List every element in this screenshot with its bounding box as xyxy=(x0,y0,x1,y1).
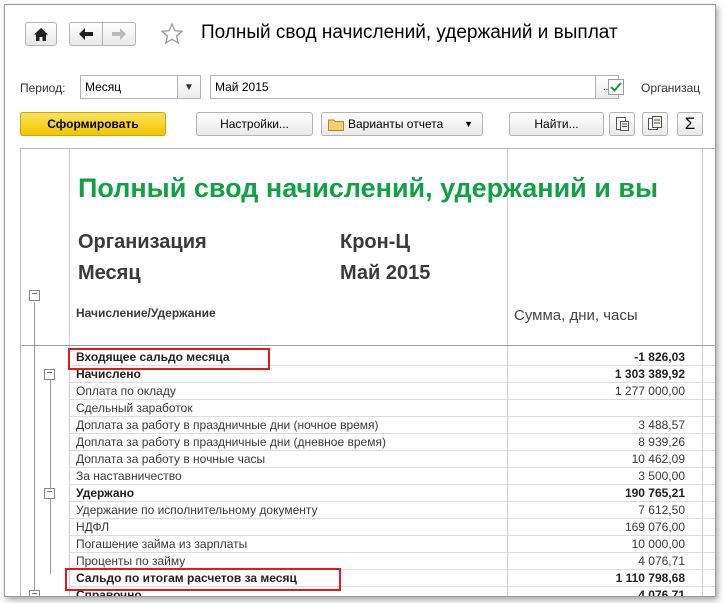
find-button[interactable]: Найти... xyxy=(509,112,604,136)
highlight-closing-balance xyxy=(65,568,341,591)
print-report-button[interactable] xyxy=(642,112,668,136)
table-row[interactable]: Сдельный заработок xyxy=(70,400,715,417)
generate-button[interactable]: Сформировать xyxy=(20,112,166,136)
home-icon xyxy=(34,27,48,41)
save-report-icon xyxy=(616,117,629,131)
table-row[interactable]: Удержание по исполнительному документу 7… xyxy=(70,502,715,519)
forward-button[interactable] xyxy=(102,22,136,46)
org-value: Крон-Ц xyxy=(340,231,410,253)
collapse-icon[interactable]: − xyxy=(29,590,40,596)
collapse-icon[interactable]: − xyxy=(29,290,40,301)
save-report-button[interactable] xyxy=(609,112,635,136)
dropdown-arrow-icon: ▼ xyxy=(464,119,473,129)
column-header-name: Начисление/Удержание xyxy=(76,306,216,320)
period-label: Период: xyxy=(20,81,66,95)
collapse-icon[interactable]: − xyxy=(44,488,55,499)
settings-button[interactable]: Настройки... xyxy=(196,112,313,136)
table-row[interactable]: Доплата за работу в праздничные дни (ноч… xyxy=(70,417,715,434)
back-button[interactable] xyxy=(69,22,103,46)
table-row[interactable]: Погашение займа из зарплаты 10 000,00 xyxy=(70,536,715,553)
month-label: Месяц xyxy=(78,262,141,284)
table-row[interactable]: Оплата по окладу 1 277 000,00 xyxy=(70,383,715,400)
forward-arrow-icon xyxy=(112,28,126,40)
window-title: Полный свод начислений, удержаний и выпл… xyxy=(201,22,618,43)
back-arrow-icon xyxy=(79,28,93,40)
dropdown-arrow-icon: ▼ xyxy=(184,81,194,93)
report-title: Полный свод начислений, удержаний и вы xyxy=(78,173,659,203)
organization-checkbox[interactable] xyxy=(608,79,624,95)
sum-button[interactable]: Σ xyxy=(677,112,703,136)
month-input[interactable]: Май 2015 xyxy=(210,75,596,99)
sum-icon: Σ xyxy=(684,114,696,133)
table-row[interactable]: Удержано 190 765,21 xyxy=(70,485,715,502)
table-row[interactable]: Доплата за работу в праздничные дни (дне… xyxy=(70,434,715,451)
tree-line xyxy=(50,380,51,494)
period-select[interactable]: Месяц xyxy=(80,75,178,99)
variants-folder-icon xyxy=(328,119,344,131)
month-value: Май 2015 xyxy=(340,262,431,284)
report-spreadsheet[interactable]: Полный свод начислений, удержаний и вы О… xyxy=(20,148,715,596)
table-row[interactable]: НДФЛ 169 076,00 xyxy=(70,519,715,536)
home-button[interactable] xyxy=(25,22,57,46)
print-report-icon xyxy=(648,116,662,130)
header-separator xyxy=(21,345,715,346)
report-window: Полный свод начислений, удержаний и выпл… xyxy=(4,4,716,597)
favorite-button[interactable] xyxy=(160,22,184,46)
period-dropdown-button[interactable]: ▼ xyxy=(177,75,201,99)
tree-line xyxy=(50,499,51,574)
organization-label: Организац xyxy=(641,81,701,95)
tree-line xyxy=(34,302,35,596)
collapse-icon[interactable]: − xyxy=(44,369,55,380)
table-row[interactable]: Доплата за работу в ночные часы 10 462,0… xyxy=(70,451,715,468)
org-label: Организация xyxy=(78,231,207,253)
table-row[interactable]: За наставничество 3 500,00 xyxy=(70,468,715,485)
star-icon xyxy=(160,22,184,45)
checkbox-checked-icon xyxy=(608,79,624,95)
highlight-incoming-balance xyxy=(68,348,270,370)
column-header-value: Сумма, дни, часы xyxy=(514,307,638,324)
report-variants-label: Варианты отчета xyxy=(348,117,444,131)
report-variants-button[interactable]: Варианты отчета ▼ xyxy=(321,112,483,136)
